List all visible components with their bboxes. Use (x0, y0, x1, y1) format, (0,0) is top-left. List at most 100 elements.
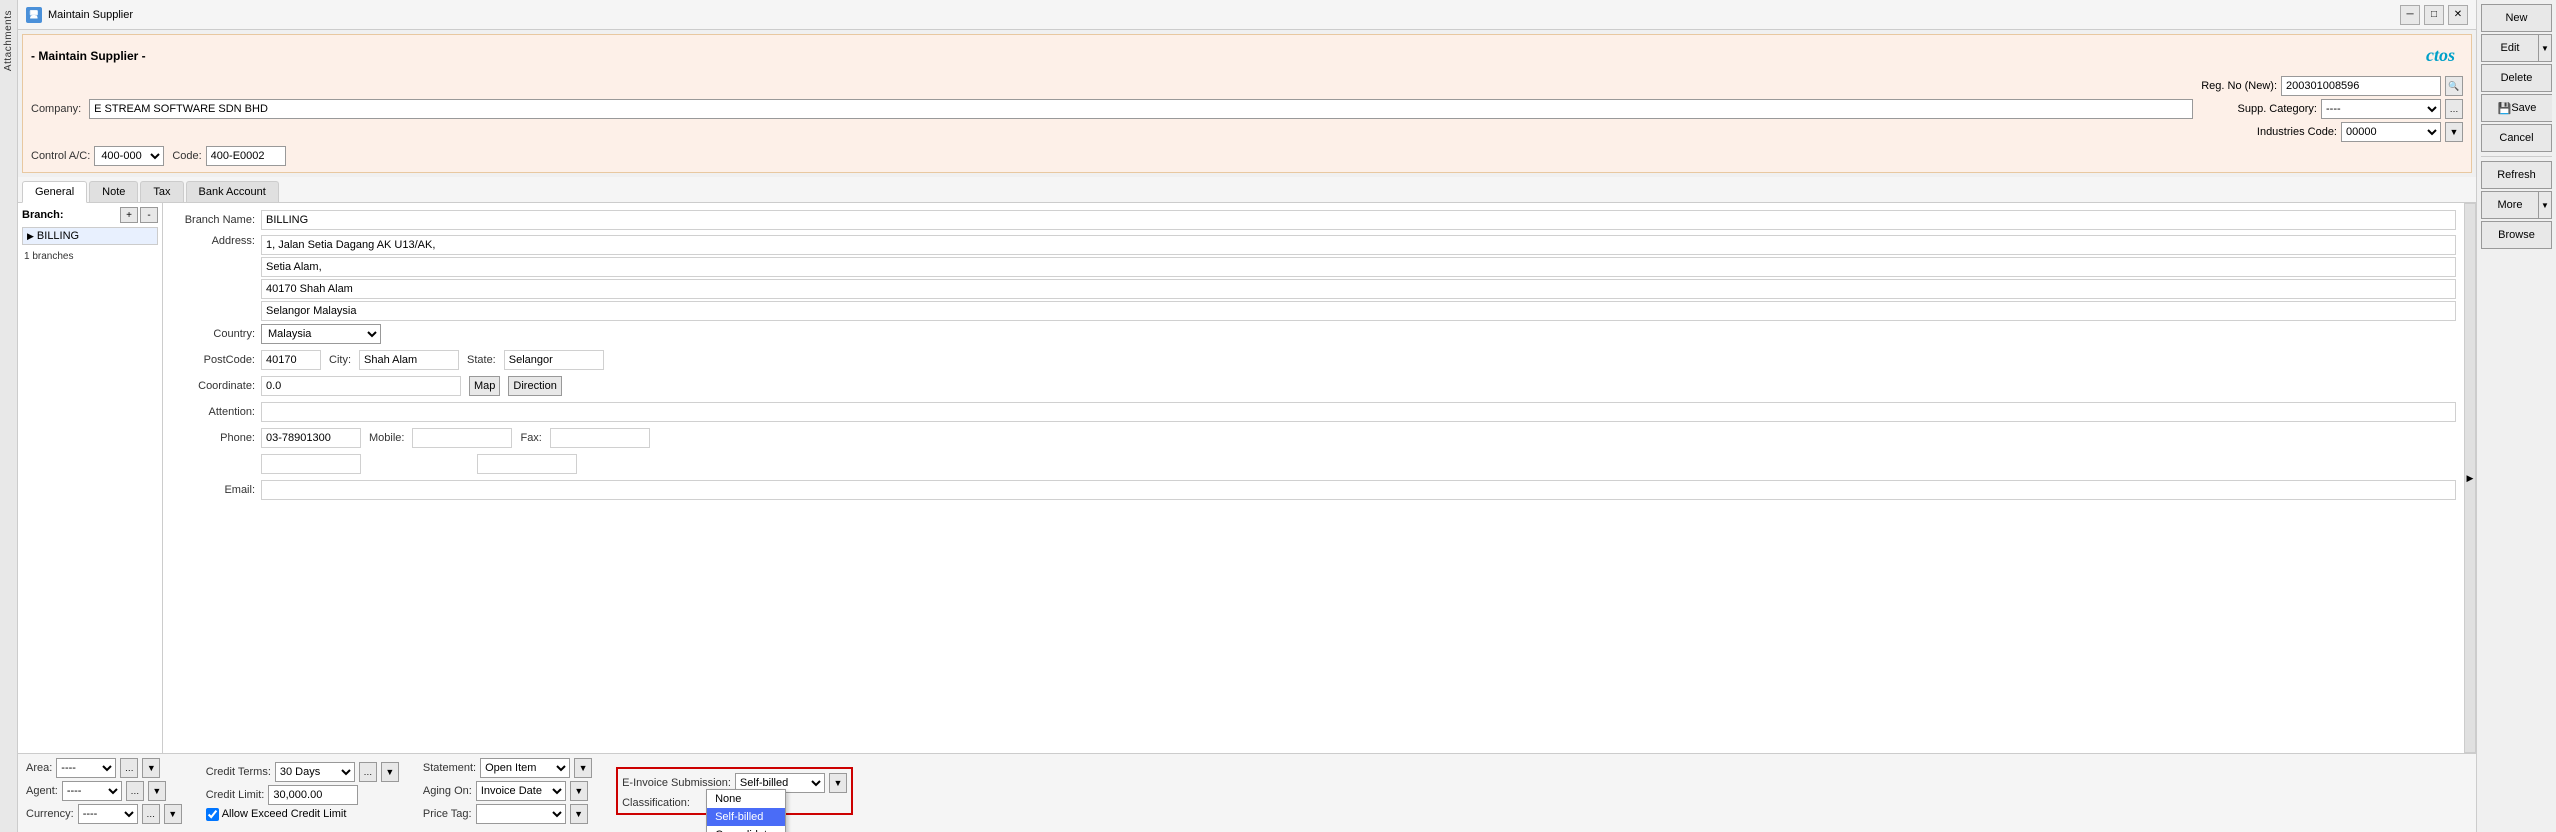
tab-bank-account[interactable]: Bank Account (186, 181, 279, 202)
country-fields: Malaysia (261, 324, 381, 344)
currency-extra-button[interactable]: ▼ (164, 804, 182, 824)
direction-button[interactable]: Direction (508, 376, 561, 396)
content-area: Branch: + - ▶ BILLING 1 branches (18, 203, 2476, 753)
agent-extra-button[interactable]: ▼ (148, 781, 166, 801)
expand-handle[interactable]: ▶ (2464, 203, 2476, 753)
tab-note[interactable]: Note (89, 181, 138, 202)
more-button[interactable]: More (2481, 191, 2538, 219)
area-group: Area: ---- … ▼ (26, 758, 182, 778)
fax-input[interactable] (550, 428, 650, 448)
phone-label: Phone: (171, 432, 261, 444)
address-label-3 (171, 279, 261, 299)
aging-arrow-button[interactable]: ▼ (570, 781, 588, 801)
branch-name-row: Branch Name: (171, 209, 2456, 231)
currency-label: Currency: (26, 808, 74, 820)
address-input-1[interactable] (261, 235, 2456, 255)
more-arrow-button[interactable]: ▼ (2538, 191, 2552, 219)
state-label: State: (467, 354, 496, 366)
coordinate-input[interactable] (261, 376, 461, 396)
dropdown-option-none[interactable]: None (707, 790, 785, 808)
phone-input[interactable] (261, 428, 361, 448)
map-button[interactable]: Map (469, 376, 500, 396)
currency-more-button[interactable]: … (142, 804, 160, 824)
aging-on-select[interactable]: Invoice Date (476, 781, 566, 801)
price-tag-select[interactable] (476, 804, 566, 824)
branch-controls: + - (120, 207, 158, 223)
branch-item[interactable]: ▶ BILLING (23, 228, 157, 244)
cancel-button[interactable]: Cancel (2481, 124, 2552, 152)
agent-more-button[interactable]: … (126, 781, 144, 801)
address-input-3[interactable] (261, 279, 2456, 299)
area-extra-button[interactable]: ▼ (142, 758, 160, 778)
address-input-4[interactable] (261, 301, 2456, 321)
credit-terms-extra-button[interactable]: ▼ (381, 762, 399, 782)
credit-limit-input[interactable] (268, 785, 358, 805)
aging-on-label: Aging On: (423, 785, 472, 797)
edit-button[interactable]: Edit (2481, 34, 2538, 62)
delete-button[interactable]: Delete (2481, 64, 2552, 92)
right-fields: Reg. No (New): 🔍 Supp. Category: ---- … … (2201, 76, 2463, 142)
save-button-group: 💾 Save (2481, 94, 2552, 122)
control-ac-select[interactable]: 400-000 (94, 146, 164, 166)
state-input[interactable] (504, 350, 604, 370)
reg-no-input[interactable] (2281, 76, 2441, 96)
einvoice-arrow-button[interactable]: ▼ (829, 773, 847, 793)
country-row: Country: Malaysia (171, 323, 2456, 345)
close-button[interactable]: ✕ (2448, 5, 2468, 25)
area-select[interactable]: ---- (56, 758, 116, 778)
area-more-button[interactable]: … (120, 758, 138, 778)
city-input[interactable] (359, 350, 459, 370)
postcode-input[interactable] (261, 350, 321, 370)
phone-fields: Mobile: Fax: (261, 428, 650, 448)
statement-select[interactable]: Open Item (480, 758, 570, 778)
ctos-logo: ctos (2418, 41, 2463, 70)
dropdown-option-consolidate[interactable]: Consolidate (707, 826, 785, 832)
browse-button[interactable]: Browse (2481, 221, 2552, 249)
address-label-2 (171, 257, 261, 277)
agent-group: Agent: ---- … ▼ (26, 781, 182, 801)
industries-code-select[interactable]: 00000 (2341, 122, 2441, 142)
save-icon: 💾 (2498, 102, 2512, 115)
industries-code-more-button[interactable]: ▼ (2445, 122, 2463, 142)
reg-no-search-button[interactable]: 🔍 (2445, 76, 2463, 96)
price-tag-arrow-button[interactable]: ▼ (570, 804, 588, 824)
company-input[interactable] (89, 99, 2193, 119)
credit-terms-select[interactable]: 30 Days (275, 762, 355, 782)
mobile-input[interactable] (412, 428, 512, 448)
email-input[interactable] (261, 480, 2456, 500)
attention-input[interactable] (261, 402, 2456, 422)
branch-add-button[interactable]: + (120, 207, 138, 223)
supp-cat-row: Supp. Category: ---- … (2201, 99, 2463, 119)
supp-category-more-button[interactable]: … (2445, 99, 2463, 119)
code-input[interactable] (206, 146, 286, 166)
industries-code-label: Industries Code: (2257, 126, 2337, 138)
country-select[interactable]: Malaysia (261, 324, 381, 344)
allow-exceed-checkbox[interactable] (206, 808, 219, 821)
address-label: Address: (171, 235, 261, 255)
supp-category-select[interactable]: ---- (2321, 99, 2441, 119)
credit-terms-more-button[interactable]: … (359, 762, 377, 782)
branch-name-input[interactable] (261, 210, 2456, 230)
new-button[interactable]: New (2481, 4, 2552, 32)
dropdown-option-selfbilled[interactable]: Self-billed (707, 808, 785, 826)
minimize-button[interactable]: ─ (2400, 5, 2420, 25)
tab-tax[interactable]: Tax (140, 181, 183, 202)
company-label: Company: (31, 103, 81, 115)
fax-label: Fax: (520, 432, 541, 444)
fax-input-2[interactable] (477, 454, 577, 474)
agent-select[interactable]: ---- (62, 781, 122, 801)
maximize-button[interactable]: □ (2424, 5, 2444, 25)
address-input-2[interactable] (261, 257, 2456, 277)
country-label: Country: (171, 328, 261, 340)
einvoice-dropdown: None Self-billed Consolidate (706, 789, 786, 832)
tab-general[interactable]: General (22, 181, 87, 203)
branch-remove-button[interactable]: - (140, 207, 158, 223)
save-button[interactable]: 💾 Save (2481, 94, 2552, 122)
phone-input-2[interactable] (261, 454, 361, 474)
middle-bottom-fields: Credit Terms: 30 Days … ▼ Credit Limit: … (206, 762, 399, 821)
refresh-button[interactable]: Refresh (2481, 161, 2552, 189)
allow-exceed-group: Allow Exceed Credit Limit (206, 808, 399, 821)
currency-select[interactable]: ---- (78, 804, 138, 824)
edit-arrow-button[interactable]: ▼ (2538, 34, 2552, 62)
statement-arrow-button[interactable]: ▼ (574, 758, 592, 778)
